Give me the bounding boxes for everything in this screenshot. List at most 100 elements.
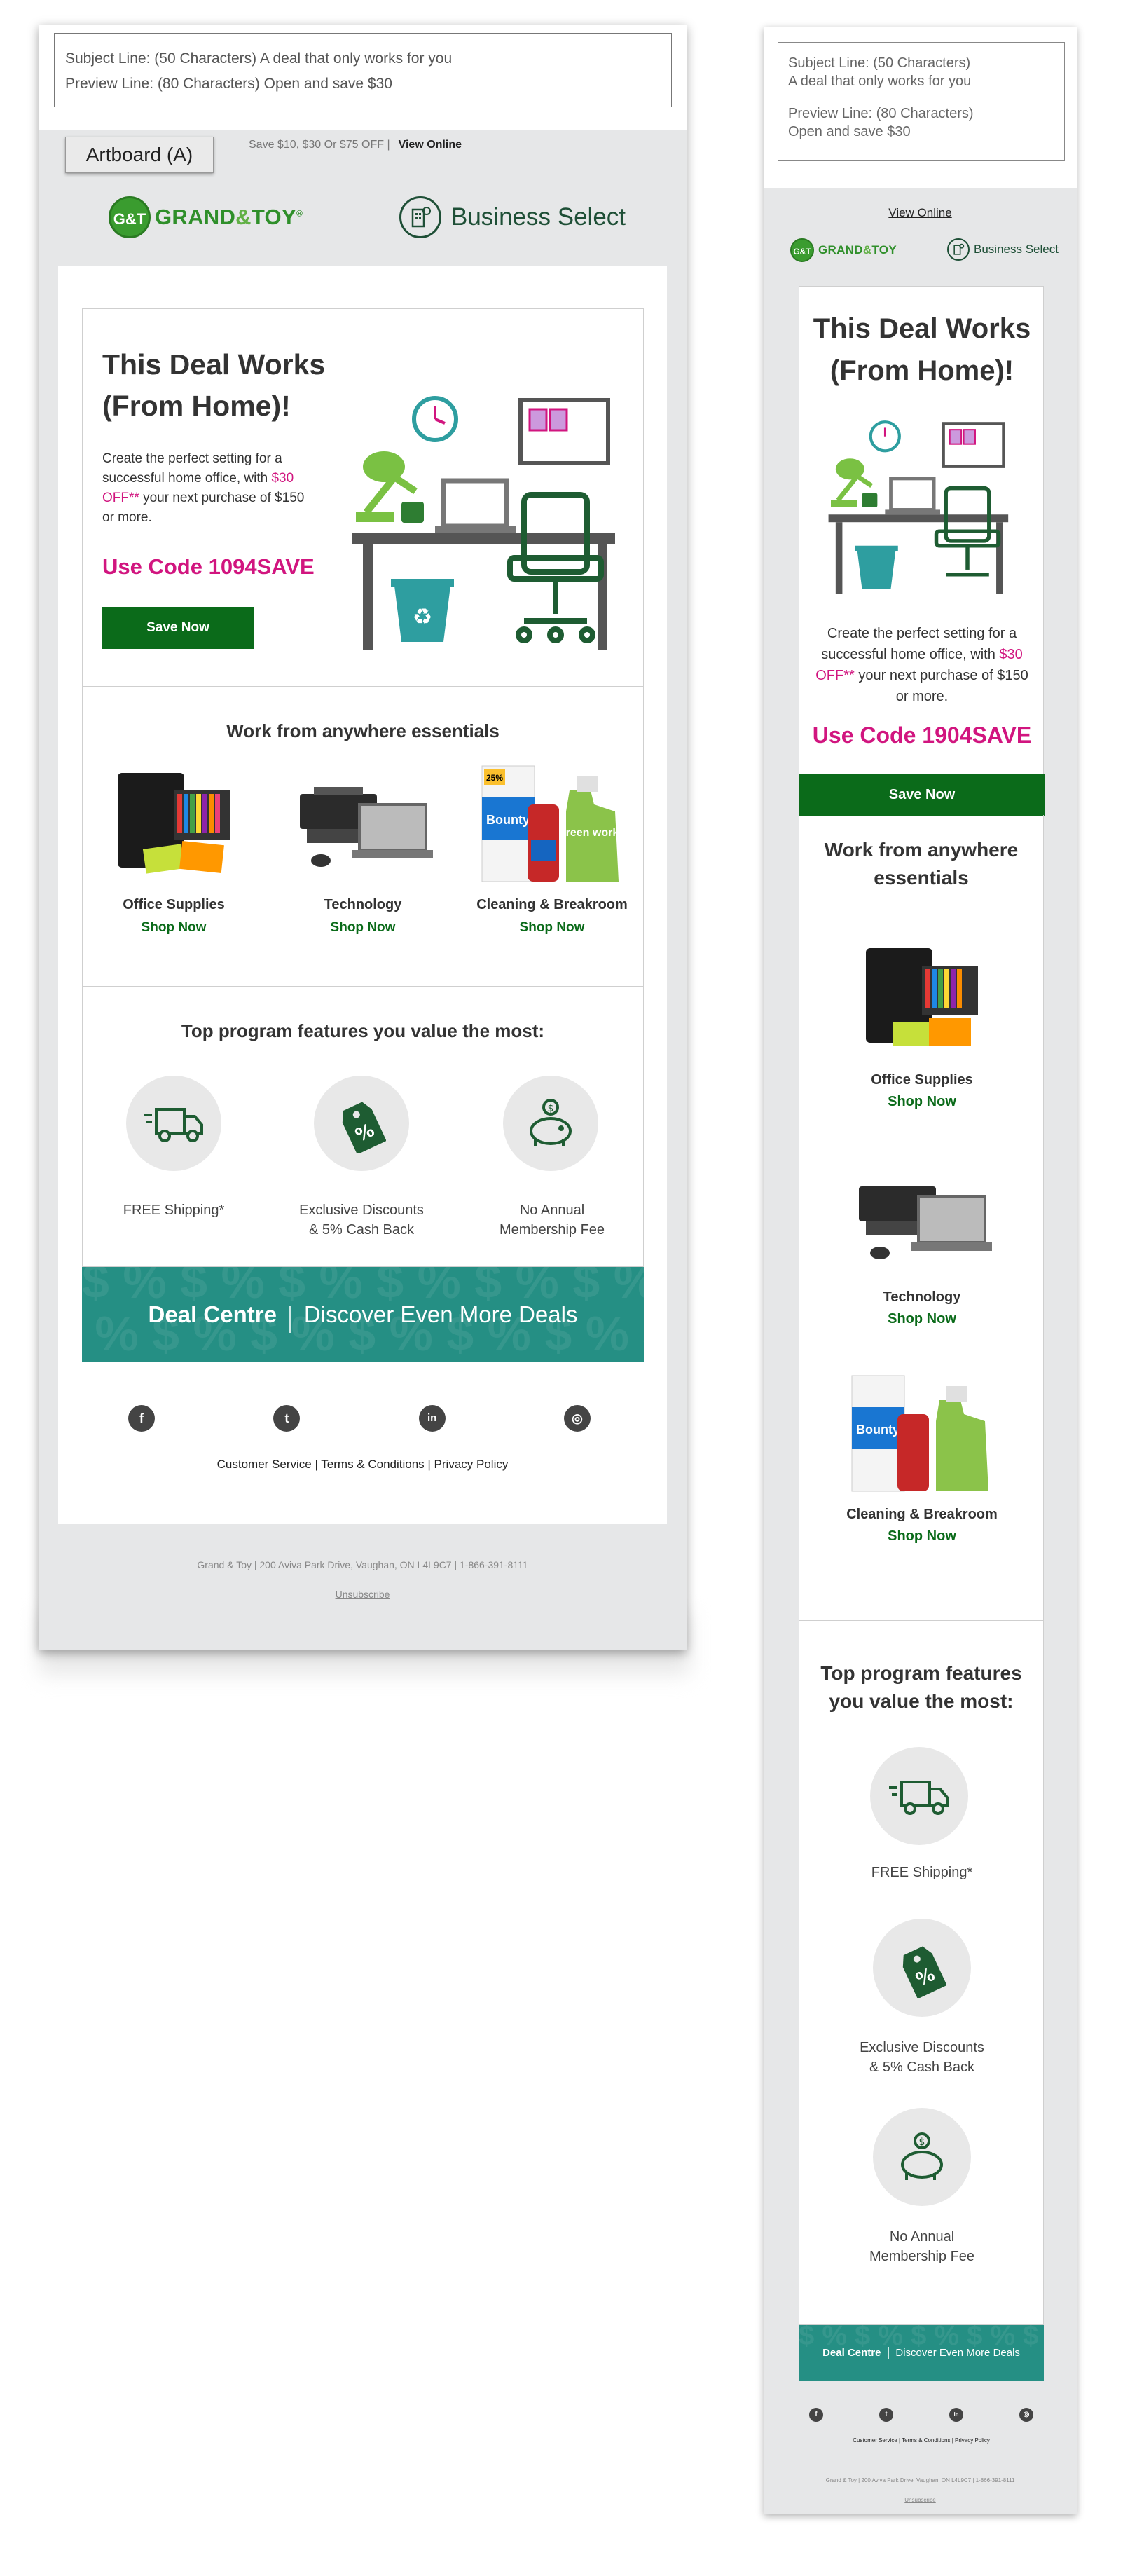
svg-text:green works: green works <box>559 827 625 839</box>
product-office-supplies[interactable]: Office Supplies Shop Now <box>97 762 251 936</box>
hero-title: This Deal Works (From Home)! <box>813 313 1031 386</box>
svg-text:Bounty: Bounty <box>486 813 530 827</box>
unsubscribe-link[interactable]: Unsubscribe <box>39 1589 687 1600</box>
promo-code: Use Code 1904SAVE <box>812 722 1032 748</box>
business-select-logo[interactable]: Business Select <box>399 196 626 238</box>
twitter-icon[interactable]: t <box>879 2408 893 2422</box>
deal-centre-banner[interactable]: $ % $ % $ % $ % $ % $ % $ % $ % $ % $ % … <box>82 1267 644 1362</box>
subject-preview-box: Subject Line: (50 Characters) A deal tha… <box>54 33 672 107</box>
footer-links[interactable]: Customer Service | Terms & Conditions | … <box>58 1458 667 1472</box>
unsubscribe-link[interactable]: Unsubscribe <box>764 2497 1077 2503</box>
instagram-icon[interactable]: ◎ <box>1019 2408 1033 2422</box>
clock-icon <box>412 396 458 442</box>
twitter-icon[interactable]: t <box>273 1405 301 1432</box>
view-online-link[interactable]: View Online <box>399 139 462 151</box>
essentials-section: Work from anywhere essentials Office Sup… <box>82 685 644 987</box>
deal-centre-text: Discover Even More Deals <box>895 2347 1020 2359</box>
shop-now-link[interactable]: Shop Now <box>827 1528 1017 1544</box>
feature-no-annual-fee: No Annual Membership Fee <box>499 1203 605 1238</box>
truck-icon <box>870 1747 968 1845</box>
product-office-supplies[interactable]: Office Supplies Shop Now <box>827 938 1017 1110</box>
discount-tag-icon: % <box>873 1919 971 2017</box>
gt-monogram: G&T <box>790 238 814 262</box>
features-section: Top program features you value the most:… <box>82 987 644 1267</box>
gt-wordmark: GRAND&TOY <box>818 243 897 256</box>
pinboard-icon <box>518 398 610 465</box>
deal-centre-label: Deal Centre <box>822 2347 881 2359</box>
mobile-artboard: Subject Line: (50 Characters) A deal tha… <box>764 27 1077 2514</box>
feature-exclusive-discounts: Exclusive Discounts & 5% Cash Back <box>299 1203 424 1238</box>
shop-now-link[interactable]: Shop Now <box>97 920 251 936</box>
home-office-illustration: ♻ <box>352 390 626 659</box>
svg-text:$: $ <box>548 1103 554 1114</box>
subject-header: Subject Line: (50 Characters) A deal tha… <box>764 27 1077 188</box>
building-icon <box>947 238 970 261</box>
shop-now-link[interactable]: Shop Now <box>827 1311 1017 1327</box>
linkedin-icon[interactable]: in <box>949 2408 963 2422</box>
essentials-section: Work from anywhere essentials Office Supp… <box>799 815 1044 1621</box>
facebook-icon[interactable]: f <box>128 1405 155 1432</box>
linkedin-icon[interactable]: in <box>418 1405 446 1432</box>
grand-and-toy-logo[interactable]: G&T GRAND&TOY® <box>109 196 303 238</box>
svg-text:Bounty: Bounty <box>856 1423 900 1437</box>
view-online-link[interactable]: View Online <box>764 206 1077 220</box>
grand-and-toy-logo[interactable]: G&T GRAND&TOY <box>790 238 897 262</box>
gt-wordmark: GRAND&TOY® <box>155 205 303 229</box>
subject-header: Subject Line: (50 Characters) A deal tha… <box>39 25 687 130</box>
preview-line: Preview Line: (80 Characters) Open and s… <box>65 76 392 92</box>
piggy-bank-icon: $ <box>503 1076 598 1171</box>
business-select-logo[interactable]: Business Select <box>947 238 1059 261</box>
product-cleaning[interactable]: Bounty Cleaning & Breakroom Shop Now <box>827 1372 1017 1544</box>
subject-line: Subject Line: (50 Characters) A deal tha… <box>65 50 453 67</box>
technology-image <box>859 1186 992 1259</box>
essentials-title: Work from anywhere essentials <box>226 720 500 741</box>
save-now-button[interactable]: Save Now <box>102 607 254 649</box>
deal-centre-label: Deal Centre <box>148 1301 277 1327</box>
email-body-card: This Deal Works (From Home)! Create the p… <box>58 266 667 1524</box>
footer-links[interactable]: Customer Service | Terms & Conditions | … <box>799 2437 1044 2444</box>
social-links: f t in ◎ <box>128 1405 591 1432</box>
desktop-artboard: Subject Line: (50 Characters) A deal tha… <box>39 25 687 1650</box>
facebook-icon[interactable]: f <box>809 2408 823 2422</box>
desk-icon <box>352 533 615 650</box>
product-technology[interactable]: Technology Shop Now <box>827 1155 1017 1327</box>
preheader: Save $10, $30 Or $75 OFF | View Online <box>249 139 462 151</box>
feature-free-shipping: FREE Shipping* <box>123 1203 225 1218</box>
artboard-label[interactable]: Artboard (A) <box>65 137 214 173</box>
deal-centre-banner[interactable]: $ % $ % $ % $ % $ % $ % $ % Deal Centre … <box>799 2325 1044 2381</box>
product-technology[interactable]: Technology Shop Now <box>286 762 440 936</box>
hero-section: This Deal Works (From Home)! Create the p… <box>82 308 644 687</box>
office-supplies-image <box>866 948 978 1046</box>
essentials-title: Work from anywhere essentials <box>824 839 1019 889</box>
building-icon <box>399 196 441 238</box>
recycle-bin-icon: ♻ <box>391 579 454 642</box>
hero-title: This Deal Works (From Home)! <box>102 348 326 422</box>
product-cleaning[interactable]: Bounty 25% green works Cleaning & Breakro… <box>471 762 633 936</box>
preview-line: Preview Line: (80 Characters) <box>788 106 974 121</box>
hero-section: This Deal Works (From Home)! Create the p… <box>799 286 1045 829</box>
social-links: f t in ◎ <box>809 2408 1033 2422</box>
office-supplies-image <box>118 773 230 874</box>
technology-image <box>300 787 433 867</box>
instagram-icon[interactable]: ◎ <box>563 1405 591 1432</box>
svg-text:♻: ♻ <box>413 603 433 630</box>
laptop-icon <box>435 478 516 533</box>
svg-text:25%: 25% <box>486 773 503 783</box>
save-now-button[interactable]: Save Now <box>799 774 1045 816</box>
shop-now-link[interactable]: Shop Now <box>471 920 633 936</box>
business-select-wordmark: Business Select <box>451 203 626 231</box>
hero-body: Create the perfect setting for a success… <box>102 451 305 525</box>
footer-address: Grand & Toy | 200 Aviva Park Drive, Vaug… <box>825 2477 1015 2483</box>
piggy-bank-icon: $ <box>873 2108 971 2206</box>
shop-now-link[interactable]: Shop Now <box>286 920 440 936</box>
feature-no-annual-fee: No Annual Membership Fee <box>869 2229 975 2264</box>
home-office-illustration <box>820 416 1024 602</box>
subject-line: Subject Line: (50 Characters) <box>788 55 971 71</box>
feature-exclusive-discounts: Exclusive Discounts & 5% Cash Back <box>860 2040 984 2075</box>
email-body-card: This Deal Works (From Home)! Create the p… <box>799 286 1045 2381</box>
banner-divider <box>887 2346 889 2359</box>
hero-body: Create the perfect setting for a success… <box>815 626 1028 704</box>
subject-preview-box: Subject Line: (50 Characters) A deal tha… <box>778 42 1065 161</box>
features-section: Top program features you value the most: … <box>799 1621 1044 2325</box>
shop-now-link[interactable]: Shop Now <box>827 1094 1017 1110</box>
